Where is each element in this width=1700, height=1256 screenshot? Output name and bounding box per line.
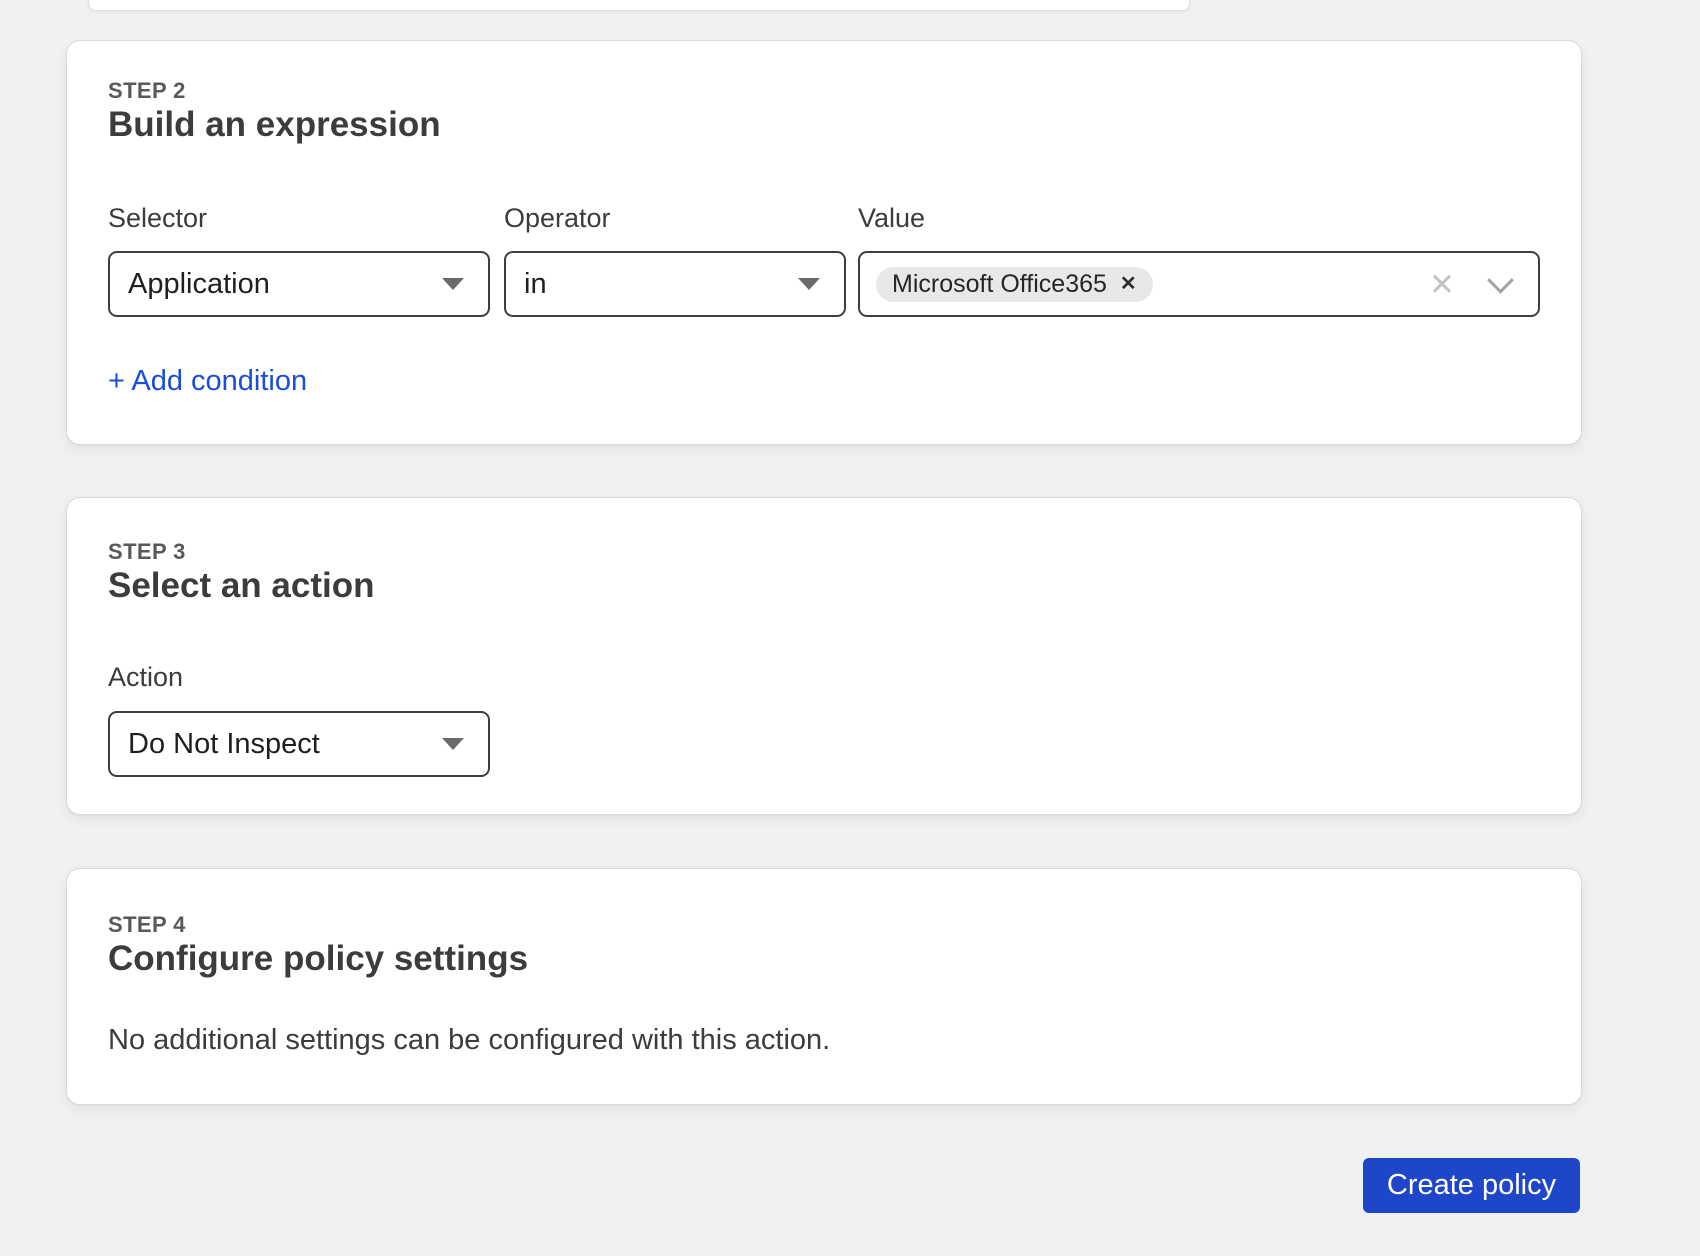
action-dropdown[interactable]: Do Not Inspect — [108, 711, 490, 777]
remove-tag-icon[interactable]: ✕ — [1120, 274, 1137, 294]
step3-card: STEP 3 Select an action Action Do Not In… — [66, 497, 1582, 815]
section-title: Configure policy settings — [108, 937, 528, 981]
value-tag-label: Microsoft Office365 — [892, 270, 1107, 299]
value-label: Value — [858, 201, 925, 235]
step4-card: STEP 4 Configure policy settings No addi… — [66, 868, 1582, 1105]
selector-dropdown[interactable]: Application — [108, 251, 490, 317]
page: STEP 2 Build an expression Selector Oper… — [0, 0, 1700, 1256]
step-label: STEP 2 — [108, 77, 186, 105]
step-label: STEP 4 — [108, 911, 186, 939]
selector-dropdown-value: Application — [128, 268, 270, 301]
value-multiselect[interactable]: Microsoft Office365 ✕ ✕ — [858, 251, 1540, 317]
caret-down-icon — [442, 738, 464, 750]
action-dropdown-value: Do Not Inspect — [128, 728, 320, 761]
settings-note: No additional settings can be configured… — [108, 1021, 830, 1059]
create-policy-button[interactable]: Create policy — [1363, 1158, 1580, 1213]
clear-value-icon[interactable]: ✕ — [1429, 269, 1455, 300]
section-title: Build an expression — [108, 103, 441, 147]
selector-label: Selector — [108, 201, 207, 235]
caret-down-icon — [798, 278, 820, 290]
step-label: STEP 3 — [108, 538, 186, 566]
caret-down-icon — [442, 278, 464, 290]
step2-card: STEP 2 Build an expression Selector Oper… — [66, 40, 1582, 445]
action-label: Action — [108, 660, 183, 694]
section-title: Select an action — [108, 564, 374, 608]
operator-label: Operator — [504, 201, 611, 235]
add-condition-link[interactable]: + Add condition — [108, 363, 307, 399]
chevron-down-icon[interactable] — [1487, 266, 1514, 293]
value-tag: Microsoft Office365 ✕ — [876, 267, 1153, 302]
operator-dropdown[interactable]: in — [504, 251, 846, 317]
previous-section-edge — [88, 0, 1190, 11]
operator-dropdown-value: in — [524, 268, 547, 301]
